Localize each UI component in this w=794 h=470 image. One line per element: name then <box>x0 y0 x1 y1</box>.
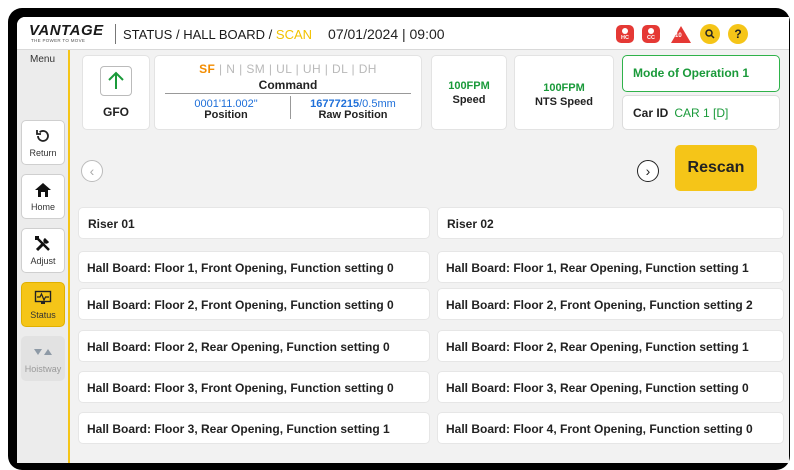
flag-dh: DH <box>358 62 377 76</box>
hc-shield-icon[interactable]: HC <box>615 24 635 44</box>
hall-board-row[interactable]: Hall Board: Floor 3, Front Opening, Func… <box>78 371 430 403</box>
command-title: Command <box>258 78 318 92</box>
prev-page-button[interactable]: ‹ <box>81 160 103 182</box>
nav-return-button[interactable]: Return <box>21 120 65 165</box>
rescan-button[interactable]: Rescan <box>675 145 757 191</box>
command-flags: SF | N | SM | UL | UH | DL | DH <box>199 62 377 76</box>
hall-board-row[interactable]: Hall Board: Floor 2, Rear Opening, Funct… <box>78 330 430 362</box>
flag-ul: UL <box>276 62 292 76</box>
sidebar: Menu Return Home Adjust Status Hoistway <box>17 50 70 463</box>
nav-status-label: Status <box>30 310 56 320</box>
nav-return-label: Return <box>29 148 57 158</box>
hall-board-row[interactable]: Hall Board: Floor 4, Front Opening, Func… <box>437 412 784 444</box>
search-glyph <box>700 24 720 44</box>
car-id-value: CAR 1 [D] <box>674 106 729 120</box>
hoistway-icon <box>33 341 53 363</box>
next-page-button[interactable]: › <box>637 160 659 182</box>
flag-dl: DL <box>332 62 348 76</box>
hall-board-row[interactable]: Hall Board: Floor 2, Rear Opening, Funct… <box>437 330 784 362</box>
hall-board-row[interactable]: Hall Board: Floor 2, Front Opening, Func… <box>437 288 784 320</box>
flag-n: N <box>226 62 236 76</box>
command-separator <box>165 93 411 94</box>
search-icon[interactable] <box>700 24 720 44</box>
header-divider <box>115 24 116 44</box>
car-id-key: Car ID <box>633 106 669 120</box>
hall-board-row[interactable]: Hall Board: Floor 1, Front Opening, Func… <box>78 251 430 283</box>
monitor-icon <box>34 287 52 309</box>
nav-home-button[interactable]: Home <box>21 174 65 219</box>
gfo-direction-button[interactable] <box>100 66 132 96</box>
position-label: Position <box>204 109 248 121</box>
cc-badge: CC <box>642 25 660 43</box>
riser-01-header: Riser 01 <box>78 207 430 239</box>
nts-speed-label: NTS Speed <box>534 96 594 108</box>
command-card: SF | N | SM | UL | UH | DL | DH Command … <box>154 55 422 130</box>
warning-triangle-icon[interactable]: 10 <box>671 24 691 44</box>
brand-tagline: THE POWER TO MOVE <box>31 38 86 43</box>
cc-shield-icon[interactable]: CC <box>641 24 661 44</box>
help-glyph: ? <box>728 24 748 44</box>
hall-board-row[interactable]: Hall Board: Floor 2, Front Opening, Func… <box>78 288 430 320</box>
flag-sf: SF <box>199 62 216 76</box>
breadcrumb-path: STATUS / HALL BOARD / <box>123 27 276 42</box>
riser-02-header: Riser 02 <box>437 207 784 239</box>
gfo-label: GFO <box>103 105 129 119</box>
speed-value: 100FPM <box>448 80 490 92</box>
command-divider <box>290 96 291 119</box>
hc-badge: HC <box>616 25 634 43</box>
nts-speed-value: 100FPM <box>543 82 585 94</box>
nts-speed-card: 100FPM NTS Speed <box>514 55 614 130</box>
tools-icon <box>34 233 52 255</box>
help-icon[interactable]: ? <box>728 24 748 44</box>
mode-of-operation: Mode of Operation 1 <box>622 55 780 92</box>
hall-board-row[interactable]: Hall Board: Floor 3, Rear Opening, Funct… <box>78 412 430 444</box>
nav-hoistway-button[interactable]: Hoistway <box>21 336 65 381</box>
hall-board-row[interactable]: Hall Board: Floor 3, Rear Opening, Funct… <box>437 371 784 403</box>
speed-card: 100FPM Speed <box>431 55 507 130</box>
nav-status-button[interactable]: Status <box>21 282 65 327</box>
warning-count: 10 <box>675 32 682 39</box>
speed-label: Speed <box>452 94 486 106</box>
flag-sm: SM <box>246 62 266 76</box>
home-icon <box>34 179 52 201</box>
brand-name: VANTAGE <box>29 22 104 39</box>
vantage-logo: VANTAGE THE POWER TO MOVE <box>29 22 109 46</box>
nav-adjust-button[interactable]: Adjust <box>21 228 65 273</box>
raw-position-label: Raw Position <box>318 109 388 121</box>
flag-uh: UH <box>302 62 322 76</box>
gfo-card: GFO <box>82 55 150 130</box>
arrow-up-icon <box>108 71 124 89</box>
top-bar: VANTAGE THE POWER TO MOVE STATUS / HALL … <box>17 17 789 50</box>
return-icon <box>35 125 51 147</box>
hall-board-row[interactable]: Hall Board: Floor 1, Rear Opening, Funct… <box>437 251 784 283</box>
menu-label: Menu <box>29 54 55 65</box>
nav-home-label: Home <box>30 202 55 212</box>
breadcrumb: STATUS / HALL BOARD / SCAN 07/01/2024 | 0… <box>123 26 445 42</box>
datetime: 07/01/2024 | 09:00 <box>328 26 445 42</box>
nav-adjust-label: Adjust <box>30 256 56 266</box>
nav-hoistway-label: Hoistway <box>24 364 62 374</box>
car-id: Car ID CAR 1 [D] <box>622 95 780 130</box>
screen: VANTAGE THE POWER TO MOVE STATUS / HALL … <box>17 17 789 463</box>
breadcrumb-current: SCAN <box>275 27 313 42</box>
